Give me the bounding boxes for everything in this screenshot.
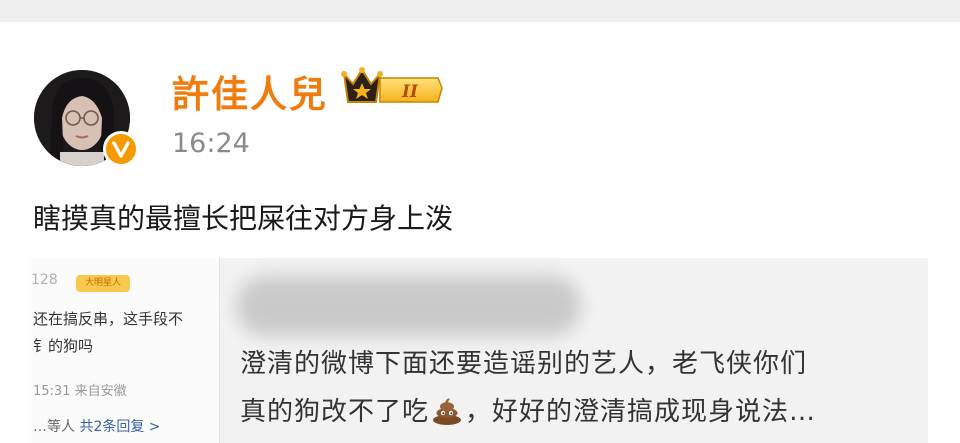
thumbnail-reply-link: 共2条回复 > xyxy=(79,419,161,435)
author-name[interactable]: 許佳人兒 xyxy=(172,64,328,118)
verified-icon xyxy=(103,131,139,167)
top-bar xyxy=(0,0,960,22)
badge-level: II xyxy=(401,82,419,102)
thumbnail-number: 128 xyxy=(31,272,58,288)
thumbnail-tag: 大明星人 xyxy=(76,275,130,292)
post-text: 瞎摸真的最擅长把屎往对方身上泼 xyxy=(33,202,454,235)
quote-text-line1: 澄清的微博下面还要造谣别的艺人，老飞侠你们 xyxy=(240,349,808,379)
thumbnail-reply-who: …等人 xyxy=(33,419,75,435)
quote-text-line2: 真的狗改不了吃 ，好好的澄清搞成现身说法… xyxy=(240,391,816,428)
quoted-post-card[interactable]: 128 大明星人 还在搞反串，这手段不 钅的狗吗 15:31 来自安徽 …等人 … xyxy=(31,258,928,443)
thumbnail-time: 15:31 来自安徽 xyxy=(33,384,127,399)
quote-text-line2-start: 真的狗改不了吃 xyxy=(240,397,430,427)
quoted-thumbnail[interactable]: 128 大明星人 还在搞反串，这手段不 钅的狗吗 15:31 来自安徽 …等人 … xyxy=(31,258,220,443)
thumbnail-reply: …等人 共2条回复 > xyxy=(33,416,161,436)
poop-icon xyxy=(431,396,463,426)
quote-text-line2-end: ，好好的澄清搞成现身说法… xyxy=(465,397,817,427)
crown-badge-icon[interactable]: II xyxy=(340,66,444,110)
thumbnail-text-line1: 还在搞反串，这手段不 xyxy=(33,310,184,328)
post-time: 16:24 xyxy=(172,128,250,159)
blurred-username xyxy=(236,276,581,336)
thumbnail-text-line2: 钅的狗吗 xyxy=(33,337,94,355)
